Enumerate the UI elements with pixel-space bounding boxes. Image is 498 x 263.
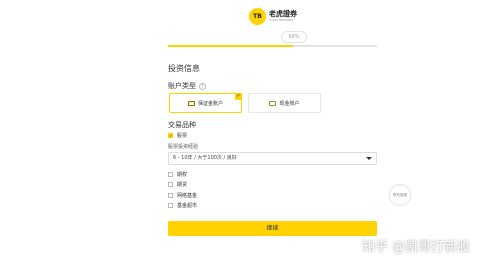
section-title: 投资信息 [168, 64, 200, 73]
checkbox-icon[interactable] [168, 182, 173, 187]
account-option-cash[interactable]: 现金账户 [248, 93, 321, 113]
trade-types-title: 交易品种 [168, 121, 196, 129]
progress-bar [168, 45, 377, 47]
stock-experience-label: 股票投资经验 [168, 144, 199, 150]
watermark: 知乎 @凯哥打新股 [362, 240, 471, 255]
trade-type-online-fund[interactable]: 网络基金 [168, 192, 197, 199]
progress-fill [168, 45, 294, 47]
trade-type-fund-market[interactable]: 基金超市 [168, 202, 197, 209]
checkmark-icon: ✓ [235, 93, 242, 100]
trade-type-label: 期权 [177, 172, 188, 178]
trade-type-stock[interactable]: ✓ 股票 [168, 132, 187, 139]
brand-logo: TB 老虎證券 TIGER BROKERS [249, 8, 297, 25]
trade-type-options[interactable]: 期权 [168, 171, 187, 178]
account-type-text: 账户类型 [168, 82, 196, 90]
trade-type-label: 期货 [177, 182, 188, 188]
checkbox-icon[interactable] [168, 193, 173, 198]
checkbox-checked-icon[interactable]: ✓ [168, 133, 173, 138]
trade-type-futures[interactable]: 期货 [168, 181, 187, 188]
trade-type-label: 基金超市 [177, 203, 198, 209]
stock-experience-select[interactable]: 6 - 10年 / 大于100次 / 良好 [168, 152, 377, 165]
checkbox-icon[interactable] [168, 172, 173, 177]
info-icon[interactable]: ? [199, 82, 206, 90]
stock-experience-value: 6 - 10年 / 大于100次 / 良好 [173, 155, 237, 161]
brand-name: 老虎證券 [269, 10, 297, 18]
account-option-label: 现金账户 [279, 100, 300, 107]
customer-service-button[interactable]: 联系客服 [389, 184, 411, 206]
brand-subtitle: TIGER BROKERS [269, 18, 294, 22]
account-option-margin[interactable]: 保证金账户 ✓ [169, 93, 242, 113]
trade-type-label: 网络基金 [177, 193, 198, 199]
trade-type-label: 股票 [177, 133, 188, 139]
margin-account-icon [187, 100, 195, 106]
account-option-label: 保证金账户 [197, 100, 223, 107]
chevron-down-icon [366, 157, 372, 160]
checkbox-icon[interactable] [168, 203, 173, 208]
progress-label: 60% [281, 31, 307, 43]
account-type-label: 账户类型 ? [168, 81, 206, 91]
cash-account-icon [269, 100, 277, 106]
tiger-logo-icon: TB [249, 8, 266, 25]
continue-button[interactable]: 继续 [168, 221, 377, 236]
